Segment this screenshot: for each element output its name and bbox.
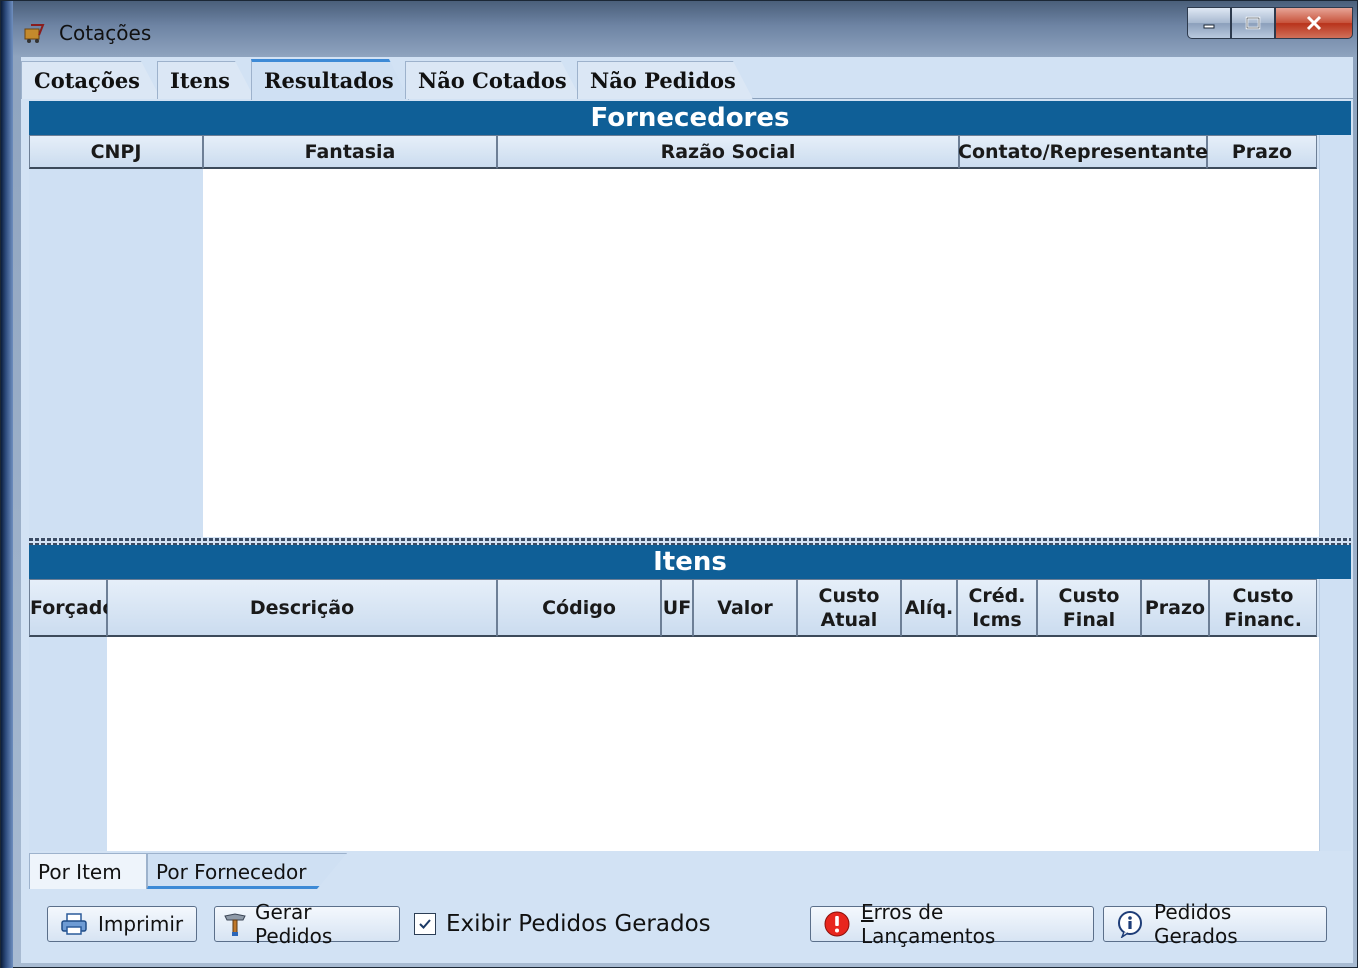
tab-cotacoes[interactable]: Cotações (21, 61, 161, 99)
col-cred-icms[interactable]: Créd. Icms (957, 579, 1037, 637)
minimize-button[interactable] (1187, 7, 1231, 39)
col-valor[interactable]: Valor (693, 579, 797, 637)
window-controls (1187, 7, 1353, 43)
tab-resultados[interactable]: Resultados (251, 59, 409, 100)
col-uf[interactable]: UF (661, 579, 693, 637)
window-title: Cotações (59, 21, 152, 45)
col-descricao[interactable]: Descrição (107, 579, 497, 637)
col-cnpj[interactable]: CNPJ (29, 135, 203, 169)
pedidos-gerados-button[interactable]: Pedidos Gerados (1103, 900, 1327, 948)
fornecedores-fixed-column (29, 169, 203, 537)
gerar-pedidos-label: Gerar Pedidos (255, 900, 333, 948)
erros-lancamentos-label: Erros de Lançamentos (861, 900, 996, 948)
col-forcado[interactable]: Forçado (29, 579, 115, 637)
title-bar[interactable]: Cotações (13, 7, 1353, 55)
info-icon (1116, 910, 1144, 938)
close-icon (1306, 15, 1322, 31)
col-razao-social[interactable]: Razão Social (497, 135, 959, 169)
itens-header: Itens (29, 545, 1351, 579)
erros-lancamentos-button[interactable]: Erros de Lançamentos (810, 900, 1094, 948)
tools-icon (221, 910, 249, 938)
col-custo-atual[interactable]: Custo Atual (797, 579, 901, 637)
tab-por-fornecedor[interactable]: Por Fornecedor (147, 853, 347, 889)
itens-scroll-area[interactable] (1319, 579, 1351, 851)
imprimir-button[interactable]: Imprimir (47, 906, 197, 942)
col-fantasia[interactable]: Fantasia (203, 135, 497, 169)
col-custo-final[interactable]: Custo Final (1037, 579, 1141, 637)
col-prazo[interactable]: Prazo (1207, 135, 1317, 169)
client-area: Cotações Itens Resultados Não Cotados Nã… (21, 57, 1353, 963)
fornecedores-scroll-area[interactable] (1319, 135, 1351, 537)
pedidos-gerados-label: Pedidos Gerados (1154, 900, 1238, 948)
top-tab-bar: Cotações Itens Resultados Não Cotados Nã… (21, 57, 1353, 99)
maximize-button[interactable] (1231, 7, 1275, 39)
exibir-pedidos-gerados-checkbox[interactable]: Exibir Pedidos Gerados (414, 911, 711, 937)
fornecedores-rows-area[interactable] (203, 169, 1319, 537)
printer-icon (60, 910, 88, 938)
col-prazo-item[interactable]: Prazo (1141, 579, 1209, 637)
gerar-pedidos-button[interactable]: Gerar Pedidos (214, 900, 400, 948)
imprimir-label: Imprimir (98, 912, 184, 936)
maximize-icon (1245, 16, 1261, 30)
col-custo-financ[interactable]: Custo Financ. (1209, 579, 1317, 637)
itens-rows-area[interactable] (107, 637, 1319, 851)
app-window: Cotações Cotações Itens Resultados Não C… (0, 0, 1358, 968)
bottom-tab-bar: Por Item Por Fornecedor (29, 853, 1351, 891)
checkmark-icon (419, 919, 431, 929)
tab-nao-pedidos[interactable]: Não Pedidos (577, 61, 753, 99)
tab-itens[interactable]: Itens (157, 61, 255, 99)
col-aliq[interactable]: Alíq. (901, 579, 957, 637)
minimize-icon (1203, 24, 1215, 29)
fornecedores-header: Fornecedores (29, 101, 1351, 135)
app-icon (23, 21, 47, 45)
col-codigo[interactable]: Código (497, 579, 661, 637)
window-edge (1, 1, 13, 968)
checkbox-box[interactable] (414, 913, 436, 935)
exibir-pedidos-gerados-label: Exibir Pedidos Gerados (446, 911, 711, 937)
col-contato-representante[interactable]: Contato/Representante (958, 135, 1208, 169)
error-icon (823, 910, 851, 938)
itens-fixed-column (29, 637, 107, 851)
close-button[interactable] (1275, 7, 1353, 39)
tab-por-item[interactable]: Por Item (29, 853, 147, 889)
tab-nao-cotados[interactable]: Não Cotados (405, 61, 581, 99)
